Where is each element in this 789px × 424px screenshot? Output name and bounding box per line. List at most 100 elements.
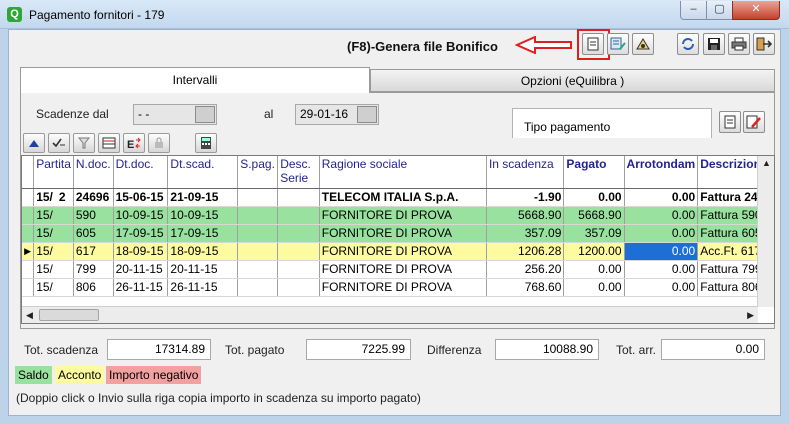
grid-cell[interactable] [277, 206, 320, 225]
table-row[interactable]: 15/806 26-11-15 26-11-15 FORNITORE DI PROVA… [22, 278, 774, 297]
column-header[interactable]: In scadenza [486, 156, 565, 189]
scadenze-dal-field[interactable]: - - [133, 104, 217, 125]
grid-cell[interactable] [237, 206, 279, 225]
grid-cell[interactable]: FORNITORE DI PROVA [319, 242, 487, 261]
column-header[interactable]: Dt.scad. [167, 156, 239, 189]
grid-cell[interactable]: 15/ [33, 206, 74, 225]
grid-cell[interactable]: 15/ [33, 242, 74, 261]
grid-cell[interactable]: 15-06-15 [113, 188, 169, 207]
generate-bonifico-button[interactable] [582, 33, 604, 55]
refresh-button[interactable] [677, 33, 699, 55]
row-indicator[interactable] [22, 188, 35, 207]
row-indicator[interactable] [22, 206, 35, 225]
grid-cell[interactable]: 617 [73, 242, 114, 261]
grid-cell[interactable]: 590 [73, 206, 114, 225]
column-header[interactable]: Arrotondam [624, 156, 699, 189]
al-date-field[interactable]: 29-01-16 [295, 104, 379, 125]
grid-cell[interactable]: 15/ [33, 224, 74, 243]
table-row[interactable]: 15/605 17-09-15 17-09-15 FORNITORE DI PROVA… [22, 224, 774, 243]
save-button[interactable] [703, 33, 725, 55]
table-row[interactable]: 15/590 10-09-15 10-09-15 FORNITORE DI PROVA… [22, 206, 774, 225]
grid-cell[interactable]: -1.90 [486, 188, 565, 207]
grid-cell[interactable]: 5668.90 [563, 206, 625, 225]
grid-cell[interactable]: 0.00 [563, 260, 625, 279]
tab-intervalli[interactable]: Intervalli [20, 67, 370, 93]
grid-cell[interactable]: 799 [73, 260, 114, 279]
grid-cell[interactable]: FORNITORE DI PROVA [319, 206, 487, 225]
grid-cell[interactable]: 0.00 [624, 188, 699, 207]
grid-cell[interactable]: TELECOM ITALIA S.p.A. [319, 188, 487, 207]
tipo-pagamento-select-button[interactable] [719, 111, 741, 133]
grid-cell[interactable] [277, 224, 320, 243]
stamp-button[interactable] [632, 33, 654, 55]
grid-cell[interactable]: 20-11-15 [113, 260, 169, 279]
export-excel-button[interactable]: E [123, 133, 145, 153]
grid-cell[interactable] [237, 224, 279, 243]
tab-opzioni[interactable]: Opzioni (eQuilibra ) [370, 69, 775, 92]
grid-cell[interactable]: 5668.90 [486, 206, 565, 225]
table-row[interactable]: 15/2 24696 15-06-15 21-09-15 TELECOM ITALIA … [22, 188, 774, 207]
scroll-up-icon[interactable]: ▲ [762, 158, 771, 168]
horizontal-scrollbar[interactable]: ◀ ▶ [22, 306, 758, 323]
column-header[interactable]: N.doc. [73, 156, 114, 189]
grid-cell[interactable]: 0.00 [624, 260, 699, 279]
grid-cell[interactable]: 0.00 [624, 206, 699, 225]
vertical-scrollbar[interactable]: ▲ [757, 156, 774, 307]
check-list-button[interactable] [48, 133, 70, 153]
print-button[interactable] [728, 33, 750, 55]
filter-button[interactable] [73, 133, 95, 153]
grid-cell[interactable] [277, 242, 320, 261]
grid-cell[interactable] [277, 260, 320, 279]
grid-cell[interactable]: 0.00 [624, 278, 699, 297]
grid-cell[interactable]: 357.09 [486, 224, 565, 243]
grid-cell[interactable]: 17-09-15 [113, 224, 169, 243]
grid-cell[interactable]: 605 [73, 224, 114, 243]
grid-cell[interactable] [277, 188, 320, 207]
grid-cell[interactable]: 18-09-15 [113, 242, 169, 261]
grid-cell[interactable] [237, 188, 279, 207]
grid-cell[interactable]: 20-11-15 [167, 260, 239, 279]
column-header[interactable]: Dt.doc. [113, 156, 169, 189]
grid-cell[interactable]: 256.20 [486, 260, 565, 279]
tipo-pagamento-clear-button[interactable] [743, 111, 765, 133]
grid-cell[interactable]: 15/ [33, 260, 74, 279]
grid-cell[interactable]: FORNITORE DI PROVA [319, 260, 487, 279]
grid-cell[interactable]: 21-09-15 [167, 188, 239, 207]
row-indicator[interactable] [22, 260, 35, 279]
column-header[interactable]: Pagato [563, 156, 625, 189]
exit-button[interactable] [753, 33, 775, 55]
grid-cell[interactable]: 0.00 [624, 224, 699, 243]
grid-cell[interactable]: 17-09-15 [167, 224, 239, 243]
column-header[interactable]: S.pag. [237, 156, 279, 189]
grid-cell[interactable]: 10-09-15 [113, 206, 169, 225]
columns-button[interactable] [98, 133, 120, 153]
move-up-button[interactable] [23, 133, 45, 153]
row-indicator[interactable]: ▶ [22, 242, 35, 261]
column-header[interactable]: Ragione sociale [319, 156, 487, 189]
calendar-icon[interactable] [357, 106, 377, 123]
grid-cell[interactable]: 15/2 [33, 188, 74, 207]
minimize-button[interactable]: – [680, 1, 707, 20]
calendar-icon[interactable] [195, 106, 215, 123]
grid-cell[interactable]: 10-09-15 [167, 206, 239, 225]
calculator-button[interactable] [195, 133, 217, 153]
table-row[interactable]: 15/799 20-11-15 20-11-15 FORNITORE DI PROVA… [22, 260, 774, 279]
grid-cell[interactable]: 26-11-15 [113, 278, 169, 297]
grid-cell[interactable]: 357.09 [563, 224, 625, 243]
grid-cell[interactable]: 1200.00 [563, 242, 625, 261]
grid-cell[interactable]: 26-11-15 [167, 278, 239, 297]
grid-cell[interactable] [237, 278, 279, 297]
row-indicator[interactable] [22, 224, 35, 243]
scroll-left-icon[interactable]: ◀ [26, 310, 33, 321]
grid-cell[interactable]: 0.00 [563, 188, 625, 207]
lock-button[interactable] [148, 133, 170, 153]
grid-cell[interactable]: 768.60 [486, 278, 565, 297]
grid-cell[interactable]: 18-09-15 [167, 242, 239, 261]
close-button[interactable]: ✕ [732, 1, 780, 20]
scroll-right-icon[interactable]: ▶ [747, 310, 754, 321]
row-indicator[interactable] [22, 278, 35, 297]
grid-cell[interactable]: 0.00 [563, 278, 625, 297]
grid-cell[interactable]: 24696 [73, 188, 114, 207]
grid-cell[interactable]: 0.00 [624, 242, 699, 261]
grid-cell[interactable]: FORNITORE DI PROVA [319, 224, 487, 243]
